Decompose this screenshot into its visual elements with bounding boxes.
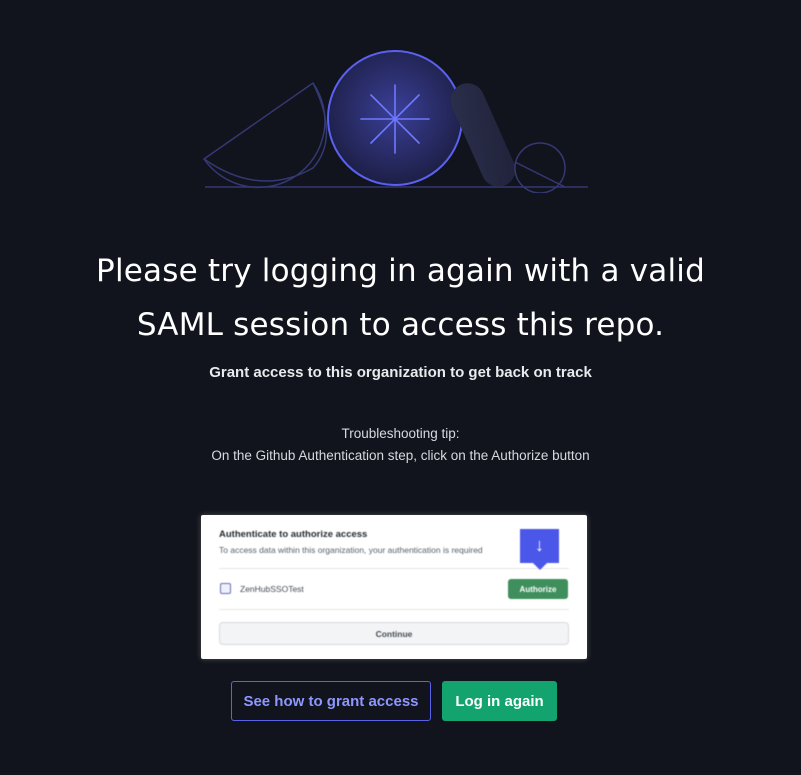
pointer-callout: ↓ bbox=[520, 529, 559, 570]
page-title-line2: SAML session to access this repo. bbox=[136, 307, 665, 343]
troubleshooting-tip: Troubleshooting tip: On the Github Authe… bbox=[0, 423, 801, 467]
small-circle-wedge bbox=[514, 161, 566, 188]
authorize-screenshot: Authenticate to authorize access To acce… bbox=[201, 515, 587, 659]
tip-label: Troubleshooting tip: bbox=[341, 426, 460, 441]
screenshot-org-name: ZenHubSSOTest bbox=[240, 584, 304, 594]
saml-illustration bbox=[202, 50, 588, 193]
screenshot-title: Authenticate to authorize access bbox=[219, 529, 368, 540]
arrow-down-icon: ↓ bbox=[535, 535, 544, 555]
grant-access-button[interactable]: See how to grant access bbox=[231, 681, 431, 721]
divider bbox=[219, 568, 569, 569]
divider bbox=[219, 609, 569, 610]
page-title: Please try logging in again with a valid… bbox=[0, 244, 801, 352]
page-subtitle: Grant access to this organization to get… bbox=[209, 364, 592, 381]
saml-error-page: Please try logging in again with a valid… bbox=[0, 0, 801, 775]
sparkle-icon bbox=[360, 84, 430, 154]
small-circle bbox=[514, 142, 566, 193]
screenshot-authorize-button: Authorize bbox=[508, 579, 568, 599]
screenshot-description: To access data within this organization,… bbox=[219, 545, 483, 555]
login-again-button[interactable]: Log in again bbox=[442, 681, 557, 721]
screenshot-continue-button: Continue bbox=[219, 622, 569, 645]
org-icon bbox=[220, 583, 231, 594]
tip-text: On the Github Authentication step, click… bbox=[211, 448, 590, 463]
page-title-line1: Please try logging in again with a valid bbox=[96, 253, 705, 289]
